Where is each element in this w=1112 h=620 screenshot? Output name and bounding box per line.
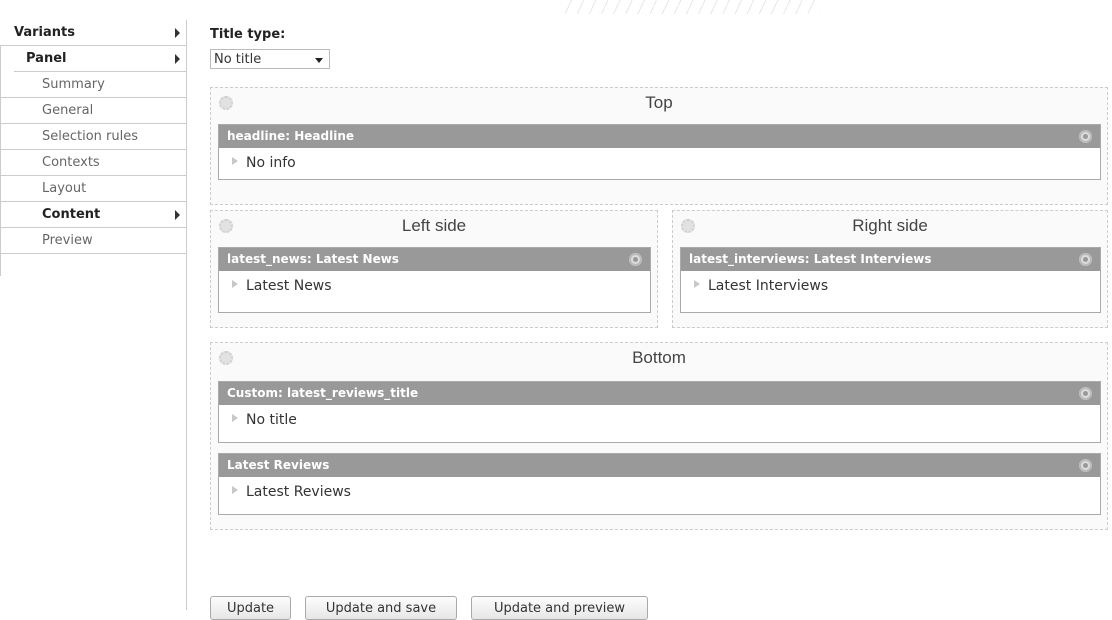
pane-header[interactable]: latest_news: Latest News bbox=[219, 248, 650, 271]
nav-divider bbox=[0, 46, 1, 276]
nav-item-label: Summary bbox=[42, 77, 105, 92]
nav-item-preview[interactable]: Preview bbox=[0, 228, 186, 254]
pane-headline: headline: Headline No info bbox=[218, 124, 1101, 180]
expand-triangle-icon[interactable] bbox=[232, 280, 238, 288]
pane-body: Latest Interviews bbox=[681, 271, 1100, 302]
expand-triangle-icon[interactable] bbox=[232, 486, 238, 494]
update-and-save-button[interactable]: Update and save bbox=[305, 596, 457, 620]
update-button[interactable]: Update bbox=[210, 596, 291, 620]
pane-header[interactable]: headline: Headline bbox=[219, 125, 1100, 148]
background-decoration bbox=[560, 0, 820, 14]
pane-body: No info bbox=[219, 148, 1100, 179]
nav-item-panel[interactable]: Panel bbox=[14, 46, 186, 72]
gear-icon[interactable] bbox=[1079, 130, 1092, 143]
dropdown-arrow-icon bbox=[315, 58, 323, 63]
pane-title: Custom: latest_reviews_title bbox=[227, 386, 419, 400]
pane-body-text: Latest News bbox=[246, 278, 332, 294]
nav-item-summary[interactable]: Summary bbox=[0, 72, 186, 98]
pane-body-text: No title bbox=[246, 412, 297, 428]
region-title: Bottom bbox=[632, 348, 686, 367]
pane-custom-latest-reviews-title: Custom: latest_reviews_title No title bbox=[218, 381, 1101, 443]
pane-body: Latest News bbox=[219, 271, 650, 302]
nav-item-label: Contexts bbox=[42, 155, 100, 170]
region-settings-gear-icon[interactable] bbox=[219, 219, 233, 233]
gear-icon[interactable] bbox=[629, 253, 642, 266]
region-left-side: Left side latest_news: Latest News Lates… bbox=[210, 210, 658, 328]
nav-item-contexts[interactable]: Contexts bbox=[0, 150, 186, 176]
nav-item-content[interactable]: Content bbox=[0, 202, 186, 228]
region-title: Right side bbox=[852, 216, 928, 235]
pane-header[interactable]: latest_interviews: Latest Interviews bbox=[681, 248, 1100, 271]
nav-item-label: Selection rules bbox=[42, 129, 139, 144]
pane-header[interactable]: Custom: latest_reviews_title bbox=[219, 382, 1100, 405]
region-settings-gear-icon[interactable] bbox=[681, 219, 695, 233]
expand-triangle-icon[interactable] bbox=[232, 414, 238, 422]
region-bottom: Bottom Custom: latest_reviews_title No t… bbox=[210, 342, 1108, 530]
pane-title: headline: Headline bbox=[227, 129, 355, 143]
expand-triangle-icon[interactable] bbox=[694, 280, 700, 288]
nav-item-label: General bbox=[42, 103, 94, 118]
chevron-right-icon bbox=[175, 54, 180, 64]
pane-title: Latest Reviews bbox=[227, 458, 330, 472]
pane-latest-news: latest_news: Latest News Latest News bbox=[218, 247, 651, 313]
nav-item-label: Preview bbox=[42, 233, 93, 248]
chevron-right-icon bbox=[175, 28, 180, 38]
region-settings-gear-icon[interactable] bbox=[219, 96, 233, 110]
gear-icon[interactable] bbox=[1079, 253, 1092, 266]
expand-triangle-icon[interactable] bbox=[232, 157, 238, 165]
nav-item-variants[interactable]: Variants bbox=[0, 20, 186, 46]
gear-icon[interactable] bbox=[1079, 459, 1092, 472]
region-right-side: Right side latest_interviews: Latest Int… bbox=[672, 210, 1108, 328]
title-type-value: No title bbox=[214, 52, 262, 67]
pane-body-text: Latest Interviews bbox=[708, 278, 829, 294]
pane-latest-reviews: Latest Reviews Latest Reviews bbox=[218, 453, 1101, 515]
nav-item-label: Variants bbox=[14, 25, 75, 40]
nav-item-selection-rules[interactable]: Selection rules bbox=[0, 124, 186, 150]
chevron-right-icon bbox=[175, 210, 180, 220]
pane-body: No title bbox=[219, 405, 1100, 436]
sidebar-nav: Variants Panel Summary General Selection… bbox=[0, 20, 187, 610]
pane-header[interactable]: Latest Reviews bbox=[219, 454, 1100, 477]
gear-icon[interactable] bbox=[1079, 387, 1092, 400]
pane-body-text: No info bbox=[246, 155, 296, 171]
nav-item-label: Panel bbox=[26, 51, 67, 66]
title-type-select[interactable]: No title bbox=[210, 49, 330, 69]
nav-item-label: Layout bbox=[42, 181, 87, 196]
region-title: Left side bbox=[401, 216, 467, 235]
region-top: Top headline: Headline No info bbox=[210, 87, 1108, 205]
title-type-label: Title type: bbox=[210, 27, 286, 42]
region-title: Top bbox=[645, 93, 673, 112]
nav-item-layout[interactable]: Layout bbox=[0, 176, 186, 202]
pane-body-text: Latest Reviews bbox=[246, 484, 351, 500]
pane-title: latest_news: Latest News bbox=[227, 252, 399, 266]
pane-body: Latest Reviews bbox=[219, 477, 1100, 508]
pane-latest-interviews: latest_interviews: Latest Interviews Lat… bbox=[680, 247, 1101, 313]
nav-item-label: Content bbox=[42, 207, 101, 222]
pane-title: latest_interviews: Latest Interviews bbox=[689, 252, 932, 266]
update-and-preview-button[interactable]: Update and preview bbox=[471, 596, 648, 620]
nav-item-general[interactable]: General bbox=[0, 98, 186, 124]
region-settings-gear-icon[interactable] bbox=[219, 351, 233, 365]
